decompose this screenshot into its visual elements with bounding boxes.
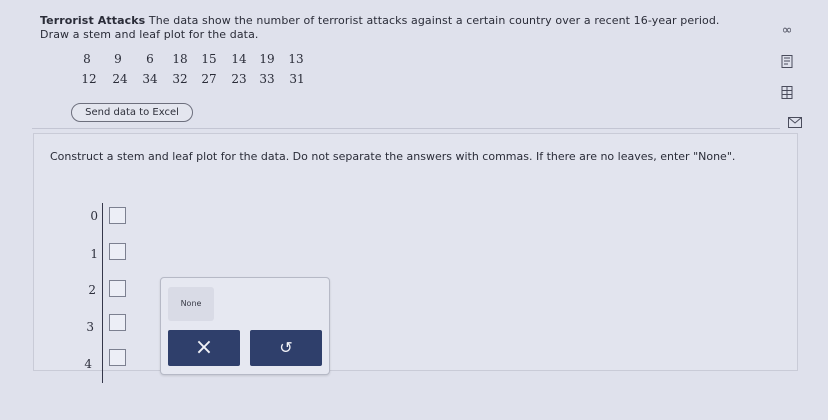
- mail-icon[interactable]: [788, 117, 802, 130]
- stem-label-2: 2: [88, 283, 96, 297]
- data-cell: 34: [142, 72, 158, 86]
- data-cell: 9: [114, 52, 122, 66]
- clear-button[interactable]: ×: [168, 330, 240, 366]
- problem-title: Terrorist Attacks: [40, 14, 146, 27]
- undo-button[interactable]: ↺: [250, 330, 322, 366]
- data-cell: 13: [288, 52, 304, 66]
- problem-text: The data show the number of terrorist at…: [148, 14, 720, 27]
- leaf-input-2[interactable]: [109, 280, 126, 297]
- leaf-input-4[interactable]: [109, 349, 126, 366]
- data-cell: 12: [81, 72, 97, 86]
- stem-label-0: 0: [90, 209, 98, 223]
- data-cell: 6: [146, 52, 154, 66]
- data-cell: 24: [112, 72, 128, 86]
- data-cell: 27: [201, 72, 217, 86]
- data-cell: 31: [289, 72, 305, 86]
- none-button[interactable]: None: [168, 287, 214, 321]
- data-cell: 15: [201, 52, 217, 66]
- problem-statement: Terrorist Attacks The data show the numb…: [40, 14, 760, 42]
- problem-instruction: Draw a stem and leaf plot for the data.: [40, 28, 259, 41]
- grid-icon[interactable]: [780, 86, 794, 99]
- data-cell: 33: [259, 72, 275, 86]
- question-card: [33, 133, 798, 371]
- stem-label-1: 1: [90, 247, 98, 261]
- stem-label-3: 3: [86, 320, 94, 334]
- leaf-input-0[interactable]: [109, 207, 126, 224]
- question-instructions: Construct a stem and leaf plot for the d…: [50, 150, 736, 163]
- data-cell: 8: [83, 52, 91, 66]
- data-cell: 14: [231, 52, 247, 66]
- data-cell: 23: [231, 72, 247, 86]
- undo-icon: ↺: [279, 338, 293, 357]
- data-cell: 18: [172, 52, 188, 66]
- close-icon: ×: [194, 335, 214, 360]
- data-cell: 32: [172, 72, 188, 86]
- infinity-icon[interactable]: ∞: [780, 24, 794, 37]
- leaf-input-1[interactable]: [109, 243, 126, 260]
- calculator-icon[interactable]: [780, 55, 794, 68]
- data-cell: 19: [259, 52, 275, 66]
- send-to-excel-button[interactable]: Send data to Excel: [71, 103, 193, 122]
- leaf-input-3[interactable]: [109, 314, 126, 331]
- section-divider: [32, 128, 780, 129]
- stem-label-4: 4: [84, 357, 92, 371]
- stem-leaf-divider: [102, 203, 103, 383]
